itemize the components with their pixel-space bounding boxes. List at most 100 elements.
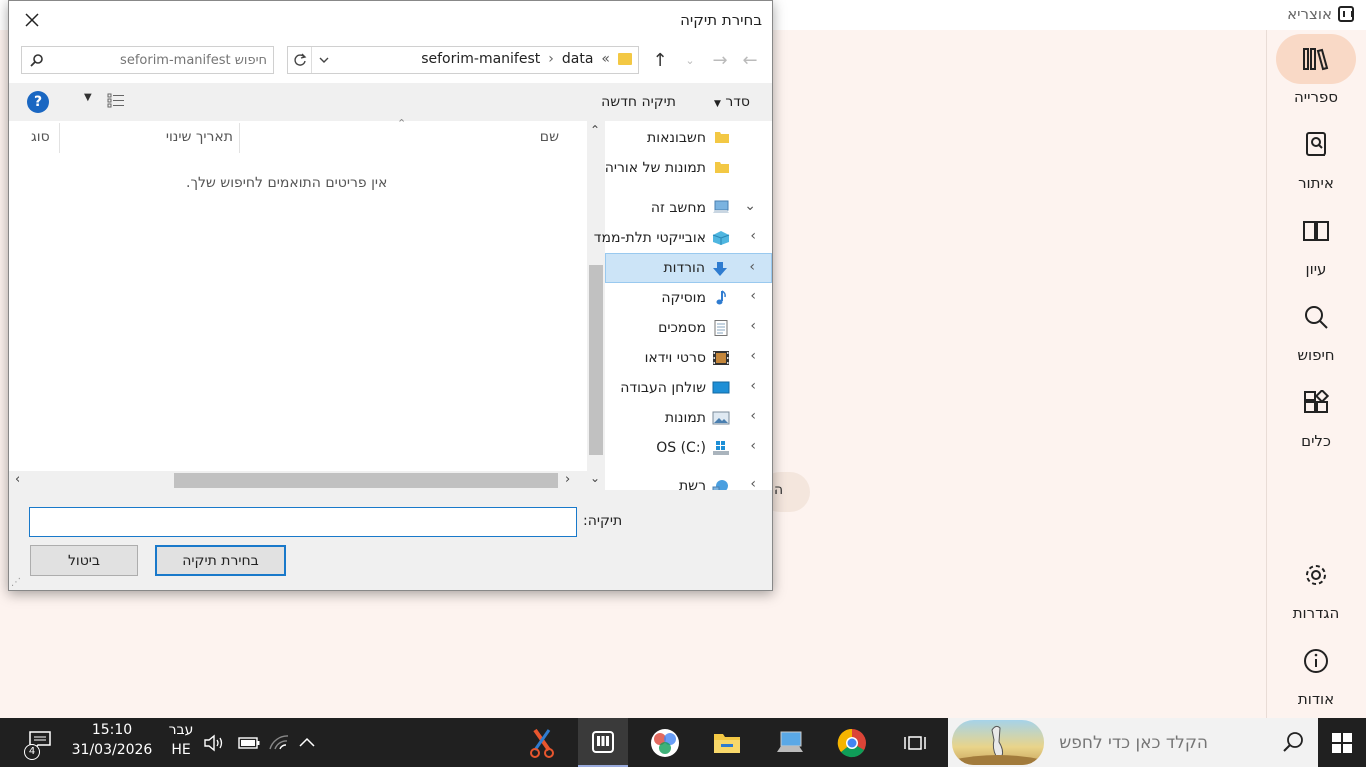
wifi-icon[interactable] (268, 732, 290, 756)
tree-item-downloads[interactable]: › הורדות (605, 253, 772, 283)
chevron-down-icon[interactable]: ⌄ (744, 198, 756, 214)
find-book-icon (1276, 120, 1356, 170)
chevron-right-icon[interactable]: › (548, 51, 554, 67)
tree-item-3d-objects[interactable]: › אובייקטי תלת-ממד (594, 223, 772, 253)
video-icon (712, 350, 730, 366)
tree-item-music[interactable]: › מוסיקה (605, 283, 772, 313)
breadcrumb-item-data[interactable]: data (562, 51, 594, 67)
new-folder-button[interactable]: תיקיה חדשה (601, 94, 676, 110)
sidebar-item-about[interactable]: אודות (1266, 636, 1366, 708)
app-title-text: אוצריא (1287, 5, 1332, 23)
column-header-modified[interactable]: תאריך שינוי (166, 129, 233, 145)
tree-item-desktop[interactable]: › שולחן העבודה (605, 373, 772, 403)
folder-icon (712, 130, 730, 146)
column-divider[interactable] (59, 123, 60, 153)
vertical-scrollbar[interactable]: ⌃ ⌄ (587, 121, 605, 490)
task-view-icon[interactable] (890, 718, 940, 767)
chevron-right-icon[interactable]: › (750, 318, 756, 334)
breadcrumb-overflow[interactable]: « (601, 51, 610, 67)
chevron-up-icon[interactable] (298, 736, 316, 752)
view-options-icon[interactable] (107, 93, 125, 113)
taskbar-search[interactable] (948, 718, 1318, 767)
sidebar-item-library[interactable]: ספרייה (1266, 34, 1366, 106)
chevron-right-icon[interactable]: › (750, 348, 756, 364)
pictures-icon (712, 410, 730, 426)
snipping-tool-icon[interactable] (517, 718, 567, 767)
breadcrumb-item-seforim-manifest[interactable]: seforim-manifest (421, 51, 540, 67)
tree-item-network[interactable]: › רשת (605, 471, 772, 490)
battery-icon[interactable] (238, 737, 260, 753)
breadcrumb: « data › seforim-manifest (421, 51, 632, 67)
chevron-right-icon[interactable]: › (750, 476, 756, 490)
chevron-down-icon[interactable] (312, 47, 336, 73)
back-arrow-icon[interactable]: → (707, 47, 733, 73)
search-input[interactable] (52, 50, 267, 70)
notifications-icon[interactable]: 4 (24, 730, 52, 760)
tree-item-accounting[interactable]: חשבונאות (605, 123, 772, 153)
sort-caret-icon: ⌃ (397, 117, 407, 130)
resize-grip-icon[interactable]: ⋰ (11, 577, 21, 588)
search-highlight-image[interactable] (952, 720, 1044, 765)
refresh-icon[interactable] (288, 47, 312, 73)
tree-item-photos[interactable]: תמונות של אוריה (605, 153, 772, 183)
scrollbar-thumb[interactable] (174, 473, 558, 488)
chrome-icon[interactable] (827, 718, 877, 767)
remote-desktop-icon[interactable] (765, 718, 815, 767)
tree-item-this-pc[interactable]: ⌄ מחשב זה (605, 193, 772, 223)
volume-icon[interactable] (203, 734, 225, 756)
windows-start-icon[interactable] (1318, 718, 1366, 767)
chevron-right-icon[interactable]: › (750, 438, 756, 454)
otzaria-taskbar-icon[interactable] (578, 718, 628, 767)
organize-button[interactable]: סדר ▼ (714, 94, 750, 110)
taskbar: עבר HE 15:10 31/03/2026 4 (0, 718, 1366, 767)
column-divider[interactable] (239, 123, 240, 153)
tree-item-label: תמונות של אוריה (604, 160, 706, 176)
tree-item-documents[interactable]: › מסמכים (605, 313, 772, 343)
info-icon (1276, 636, 1356, 686)
search-icon (1276, 292, 1356, 342)
scroll-right-icon[interactable]: › (565, 472, 570, 487)
chevron-right-icon[interactable]: › (749, 259, 755, 275)
photos-app-icon[interactable] (640, 718, 690, 767)
column-header-type[interactable]: סוג (31, 129, 50, 145)
file-list-pane[interactable]: ⌃ שם תאריך שינוי סוג אין פריטים התואמים … (9, 117, 587, 490)
navigation-buttons: ↑ ⌄ → ← (647, 47, 763, 73)
chevron-right-icon[interactable]: › (750, 228, 756, 244)
sidebar-item-find[interactable]: איתור (1266, 120, 1366, 192)
tree-item-videos[interactable]: › סרטי וידאו (605, 343, 772, 373)
language-indicator[interactable]: עבר HE (166, 722, 196, 758)
clock[interactable]: 15:10 31/03/2026 (70, 722, 154, 758)
cancel-button[interactable]: ביטול (30, 545, 138, 576)
tree-item-os-drive[interactable]: › OS (C:) (605, 433, 772, 463)
scroll-up-icon[interactable]: ⌃ (590, 123, 600, 137)
search-box[interactable] (21, 46, 274, 74)
language-bottom: HE (171, 742, 191, 758)
sidebar-item-study[interactable]: עיון (1266, 206, 1366, 278)
select-folder-button[interactable]: בחירת תיקיה (155, 545, 286, 576)
sidebar-item-settings[interactable]: הגדרות (1266, 550, 1366, 622)
documents-icon (712, 320, 730, 336)
address-bar[interactable]: « data › seforim-manifest (287, 46, 639, 74)
scroll-down-icon[interactable]: ⌄ (590, 471, 600, 485)
address-row: « data › seforim-manifest ↑ ⌄ → ← (9, 39, 772, 83)
sidebar-item-tools[interactable]: כלים (1266, 378, 1366, 450)
forward-arrow-icon[interactable]: ← (737, 47, 763, 73)
scrollbar-thumb[interactable] (589, 265, 603, 455)
recent-dropdown-icon[interactable]: ⌄ (677, 47, 703, 73)
file-explorer-icon[interactable] (702, 718, 752, 767)
chevron-right-icon[interactable]: › (750, 288, 756, 304)
folder-input[interactable] (29, 507, 577, 537)
tree-item-pictures[interactable]: › תמונות (605, 403, 772, 433)
horizontal-scrollbar[interactable]: ‹ › (9, 471, 587, 490)
up-arrow-icon[interactable]: ↑ (647, 47, 673, 73)
close-icon[interactable] (19, 7, 45, 33)
view-dropdown-icon[interactable]: ▼ (84, 92, 92, 103)
tree-item-label: רשת (678, 478, 706, 490)
app-logo-icon (1338, 6, 1354, 22)
chevron-right-icon[interactable]: › (750, 408, 756, 424)
chevron-right-icon[interactable]: › (750, 378, 756, 394)
sidebar-item-search[interactable]: חיפוש (1266, 292, 1366, 364)
column-header-name[interactable]: שם (540, 129, 559, 145)
help-icon[interactable]: ? (27, 91, 49, 113)
scroll-left-icon[interactable]: ‹ (15, 472, 20, 487)
